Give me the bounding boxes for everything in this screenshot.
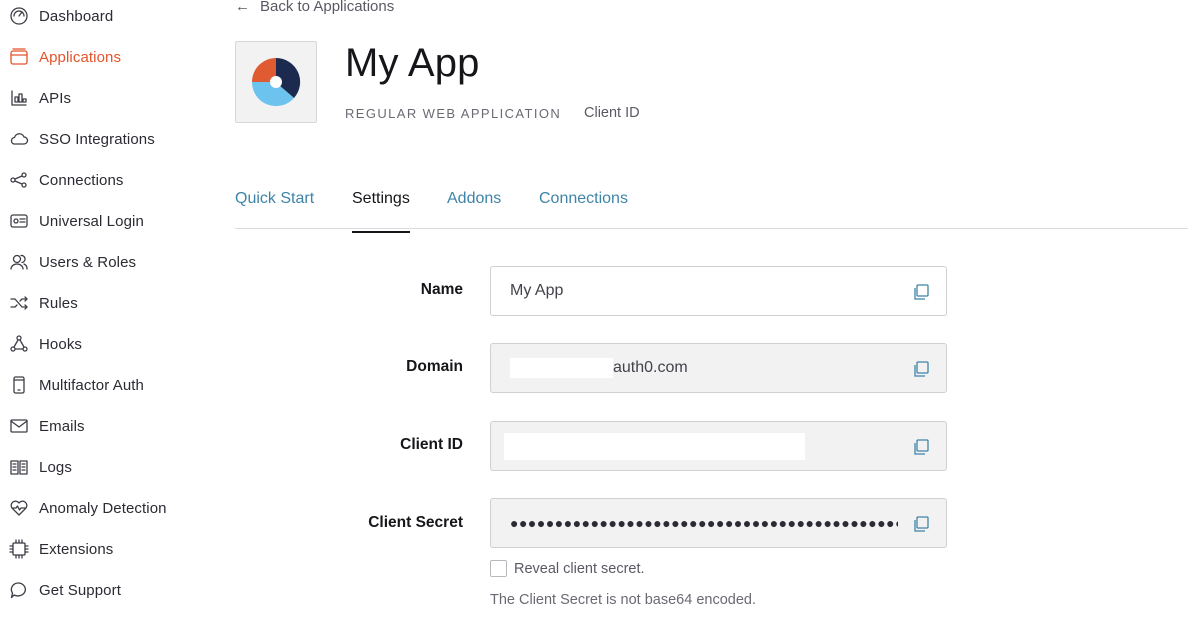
- domain-value: auth0.com: [613, 359, 688, 376]
- domain-label: Domain: [406, 358, 463, 375]
- sidebar-item-label: Hooks: [39, 335, 83, 353]
- sidebar-item-applications[interactable]: Applications: [8, 42, 121, 72]
- tab-settings[interactable]: Settings: [352, 190, 410, 233]
- sidebar-item-logs[interactable]: Logs: [8, 452, 72, 482]
- back-to-applications-link[interactable]: ← Back to Applications: [235, 0, 394, 15]
- sidebar-item-label: Emails: [39, 417, 85, 435]
- client-id-header-label: Client ID: [584, 105, 640, 121]
- sidebar-item-label: Extensions: [39, 540, 114, 558]
- sidebar-item-multifactor-auth[interactable]: Multifactor Auth: [8, 370, 144, 400]
- sidebar-item-connections[interactable]: Connections: [8, 165, 124, 195]
- heart-pulse-icon: [8, 497, 30, 519]
- sidebar-item-label: Applications: [39, 48, 122, 66]
- sidebar-item-label: Dashboard: [39, 7, 114, 25]
- cloud-icon: [8, 128, 30, 150]
- sidebar-item-label: Anomaly Detection: [39, 499, 167, 517]
- sidebar-item-label: SSO Integrations: [39, 130, 155, 148]
- app-type-label: REGULAR WEB APPLICATION: [345, 106, 562, 121]
- chat-bubble-icon: [8, 579, 30, 601]
- sidebar-item-anomaly-detection[interactable]: Anomaly Detection: [8, 493, 167, 523]
- sidebar-item-emails[interactable]: Emails: [8, 411, 85, 441]
- redacted-block: [510, 358, 613, 378]
- applications-icon: [8, 46, 30, 68]
- sidebar-item-get-support[interactable]: Get Support: [8, 575, 121, 605]
- tab-bar: Quick Start Settings Addons Connections: [235, 186, 1188, 233]
- sidebar-item-extensions[interactable]: Extensions: [8, 534, 113, 564]
- universal-login-icon: [8, 210, 30, 232]
- copy-icon[interactable]: [912, 515, 930, 533]
- copy-icon[interactable]: [912, 360, 930, 378]
- back-link-label: Back to Applications: [260, 0, 395, 15]
- sidebar-item-label: Logs: [39, 458, 72, 476]
- arrow-left-icon: ←: [235, 0, 250, 15]
- reveal-secret-checkbox[interactable]: [490, 560, 507, 577]
- sidebar-item-hooks[interactable]: Hooks: [8, 329, 82, 359]
- sidebar-item-dashboard[interactable]: Dashboard: [8, 1, 113, 31]
- hooks-icon: [8, 333, 30, 355]
- sidebar-item-users-roles[interactable]: Users & Roles: [8, 247, 136, 277]
- app-logo-icon: [251, 57, 301, 107]
- sidebar-item-universal-login[interactable]: Universal Login: [8, 206, 144, 236]
- phone-icon: [8, 374, 30, 396]
- client-id-field[interactable]: [490, 421, 947, 471]
- sidebar-item-label: APIs: [39, 89, 72, 107]
- client-secret-value: ●●●●●●●●●●●●●●●●●●●●●●●●●●●●●●●●●●●●●●●●…: [510, 515, 898, 531]
- sidebar-item-apis[interactable]: APIs: [8, 83, 71, 113]
- sidebar-item-label: Get Support: [39, 581, 121, 599]
- connections-icon: [8, 169, 30, 191]
- mail-icon: [8, 415, 30, 437]
- reveal-secret-row[interactable]: Reveal client secret.: [490, 560, 645, 577]
- sidebar-item-rules[interactable]: Rules: [8, 288, 78, 318]
- sidebar-item-label: Users & Roles: [39, 253, 137, 271]
- dashboard-icon: [8, 5, 30, 27]
- copy-icon[interactable]: [912, 438, 930, 456]
- chip-icon: [8, 538, 30, 560]
- page-title: My App: [345, 41, 480, 85]
- client-secret-field[interactable]: ●●●●●●●●●●●●●●●●●●●●●●●●●●●●●●●●●●●●●●●●…: [490, 498, 947, 548]
- app-logo: [235, 41, 317, 123]
- reveal-secret-label: Reveal client secret.: [514, 560, 645, 577]
- rules-icon: [8, 292, 30, 314]
- name-field[interactable]: My App: [490, 266, 947, 316]
- client-id-label: Client ID: [400, 436, 463, 453]
- apis-icon: [8, 87, 30, 109]
- logs-icon: [8, 456, 30, 478]
- sidebar-item-label: Connections: [39, 171, 124, 189]
- copy-icon[interactable]: [912, 283, 930, 301]
- domain-field[interactable]: auth0.com: [490, 343, 947, 393]
- sidebar-item-label: Multifactor Auth: [39, 376, 144, 394]
- name-value: My App: [510, 282, 564, 299]
- name-label: Name: [420, 281, 463, 298]
- sidebar-item-label: Rules: [39, 294, 78, 312]
- tab-connections[interactable]: Connections: [539, 190, 628, 229]
- client-secret-help-text: The Client Secret is not base64 encoded.: [490, 592, 756, 608]
- users-icon: [8, 251, 30, 273]
- client-secret-label: Client Secret: [368, 514, 463, 531]
- tab-quick-start[interactable]: Quick Start: [235, 190, 314, 229]
- redacted-block: [504, 432, 805, 460]
- sidebar-item-label: Universal Login: [39, 212, 144, 230]
- tab-addons[interactable]: Addons: [447, 190, 501, 229]
- sidebar: Dashboard Applications APIs SSO Integrat…: [0, 0, 215, 625]
- sidebar-item-sso-integrations[interactable]: SSO Integrations: [8, 124, 155, 154]
